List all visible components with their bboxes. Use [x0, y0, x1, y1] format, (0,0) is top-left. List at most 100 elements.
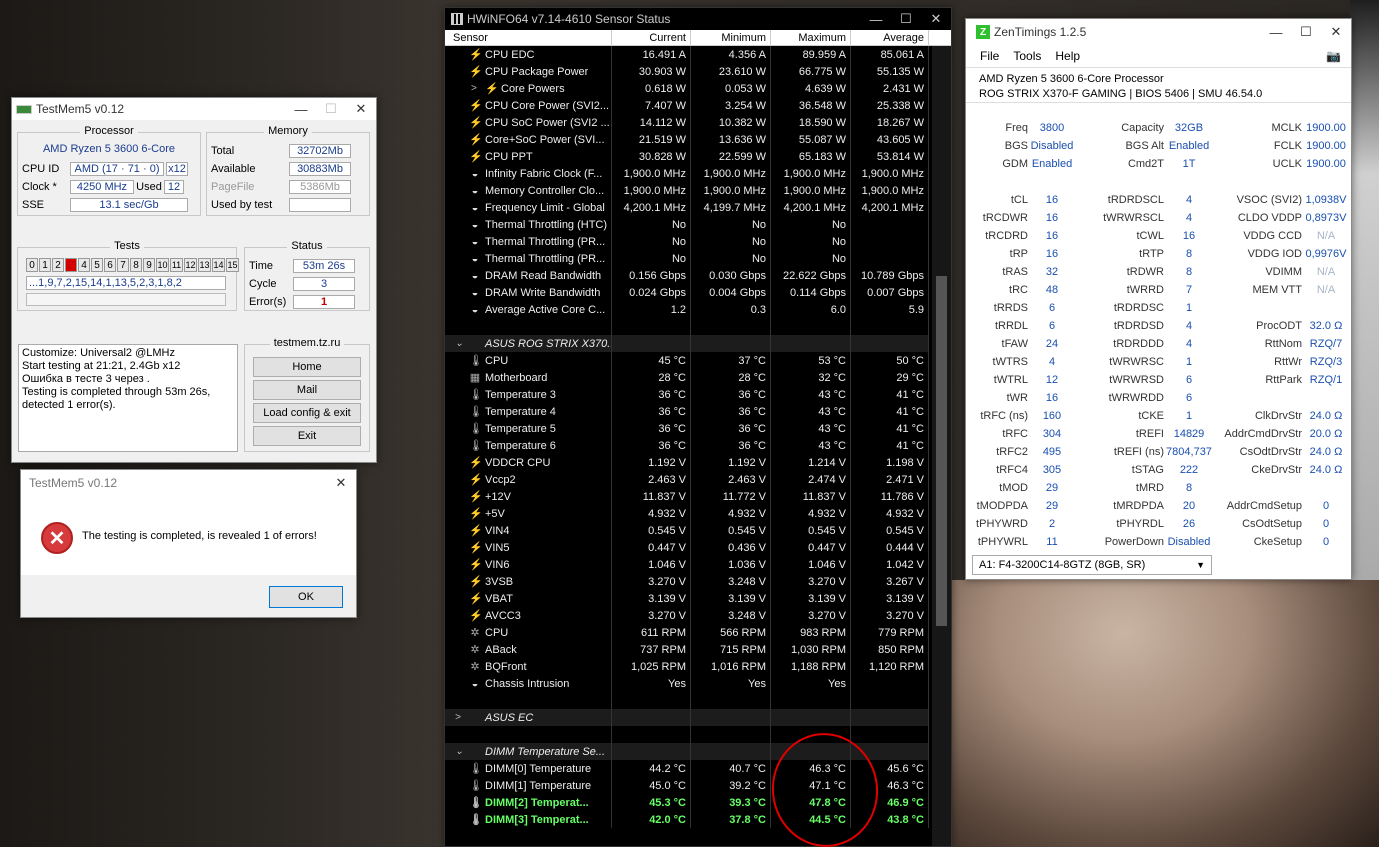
sensor-row[interactable]: ⚡ VIN6 1.046 V 1.036 V 1.046 V 1.042 V	[445, 556, 933, 573]
menu-help[interactable]: Help	[1055, 49, 1080, 63]
sensor-row[interactable]: ◒ Thermal Throttling (PR... No No No	[445, 233, 933, 250]
menu-file[interactable]: File	[980, 49, 999, 63]
sensor-name-cell: 🌡 DIMM[2] Temperat...	[445, 794, 612, 811]
sensor-value-cell	[851, 318, 929, 335]
minimize-icon[interactable]: —	[286, 102, 316, 117]
maximize-icon[interactable]: ☐	[1291, 24, 1321, 40]
bolt-icon: ⚡	[469, 116, 483, 129]
close-icon[interactable]: ✕	[346, 101, 376, 117]
load-config-exit-button[interactable]: Load config & exit	[253, 403, 361, 423]
site-label[interactable]: testmem.tz.ru	[269, 337, 345, 349]
sensor-row[interactable]: ⚡ Vccp2 2.463 V 2.463 V 2.474 V 2.471 V	[445, 471, 933, 488]
sensor-name-cell: ◒ DRAM Read Bandwidth	[445, 267, 612, 284]
sensor-row[interactable]: 🌡 Temperature 3 36 °C 36 °C 43 °C 41 °C	[445, 386, 933, 403]
mail-button[interactable]: Mail	[253, 380, 361, 400]
pagefile-value: 5386Mb	[289, 179, 351, 194]
sensor-row[interactable]: ◒ Average Active Core C... 1.2 0.3 6.0 5.9	[445, 301, 933, 318]
sensor-row[interactable]: ⚡ 3VSB 3.270 V 3.248 V 3.270 V 3.267 V	[445, 573, 933, 590]
screenshot-icon[interactable]: 📷	[1326, 49, 1341, 63]
timing-row: tRCDWR 16 tWRWRSCL 4 CLDO VDDP 0,8973V	[966, 209, 1351, 227]
sensor-row[interactable]: ✲ ABack 737 RPM 715 RPM 1,030 RPM 850 RPM	[445, 641, 933, 658]
dialog-titlebar[interactable]: TestMem5 v0.12 ✕	[21, 470, 356, 496]
sensor-row[interactable]: ◒ Thermal Throttling (HTC) No No No	[445, 216, 933, 233]
expand-icon[interactable]: ⌄	[455, 338, 463, 349]
expand-icon[interactable]: >	[471, 83, 477, 94]
exit-button[interactable]: Exit	[253, 426, 361, 446]
col-minimum[interactable]: Minimum	[691, 30, 771, 45]
sensor-row[interactable]: ▦ Motherboard 28 °C 28 °C 32 °C 29 °C	[445, 369, 933, 386]
fan-icon: ✲	[470, 643, 480, 656]
sensor-row[interactable]: > ⚡ Core Powers 0.618 W 0.053 W 4.639 W 2.431 …	[445, 80, 933, 97]
sensor-group-row[interactable]: > ASUS EC	[445, 709, 933, 726]
timing-value: 16	[1045, 392, 1059, 404]
sensor-row[interactable]: ⚡ Core+SoC Power (SVI... 21.519 W 13.636 W5…	[445, 131, 933, 148]
sensor-row[interactable]: ⚡ CPU Core Power (SVI2... 7.407 W 3.254 W 36…	[445, 97, 933, 114]
timing-value: RZQ/1	[1309, 374, 1343, 386]
sensor-row[interactable]: ⚡ +12V 11.837 V 11.772 V 11.837 V 11.786 V	[445, 488, 933, 505]
col-maximum[interactable]: Maximum	[771, 30, 851, 45]
sensor-name-cell: 🌡 DIMM[3] Temperat...	[445, 811, 612, 828]
sensor-row[interactable]: ⚡ VIN4 0.545 V 0.545 V 0.545 V 0.545 V	[445, 522, 933, 539]
sensor-row[interactable]: ◒ DRAM Read Bandwidth 0.156 Gbps 0.030 Gbps…	[445, 267, 933, 284]
sensor-row[interactable]: ✲ BQFront 1,025 RPM 1,016 RPM 1,188 RPM 1,120…	[445, 658, 933, 675]
sensor-row[interactable]: ⚡ CPU PPT 30.828 W 22.599 W 65.183 W 53.814 W	[445, 148, 933, 165]
sensor-row[interactable]: ⚡ VDDCR CPU 1.192 V 1.192 V 1.214 V 1.198 V	[445, 454, 933, 471]
hwinfo-scrollbar[interactable]	[932, 46, 951, 846]
close-icon[interactable]: ✕	[921, 11, 951, 27]
sensor-row[interactable]: ✲ CPU 611 RPM 566 RPM 983 RPM 779 RPM	[445, 624, 933, 641]
timing-row: tRCDRD 16 tCWL 16 VDDG CCD N/A	[966, 227, 1351, 245]
expand-icon[interactable]: ⌄	[455, 746, 463, 757]
timing-row: tRFC2 495 tREFI (ns) 7804,737 CsOdtDrvStr 24.…	[966, 443, 1351, 461]
col-sensor[interactable]: Sensor	[445, 30, 612, 45]
home-button[interactable]: Home	[253, 357, 361, 377]
result-message-dialog: TestMem5 v0.12 ✕ ✕ The testing is comple…	[20, 469, 357, 618]
maximize-icon[interactable]: ☐	[891, 11, 921, 27]
timing-label: tWRRD	[1126, 284, 1164, 296]
sensor-row[interactable]: 🌡 CPU 45 °C 37 °C 53 °C 50 °C	[445, 352, 933, 369]
zen-titlebar[interactable]: Z ZenTimings 1.2.5 — ☐ ✕	[966, 19, 1351, 45]
sensor-row[interactable]: ⚡ +5V 4.932 V 4.932 V 4.932 V 4.932 V	[445, 505, 933, 522]
col-average[interactable]: Average	[851, 30, 929, 45]
sensor-row[interactable]: ◒ Memory Controller Clo... 1,900.0 MHz 1,90…	[445, 182, 933, 199]
sensor-row[interactable]: ◒ Chassis Intrusion Yes Yes Yes	[445, 675, 933, 692]
test-cell: 10	[156, 258, 169, 272]
minimize-icon[interactable]: —	[861, 12, 891, 27]
sensor-value-cell: 29 °C	[851, 369, 929, 386]
sensor-row[interactable]: ⚡ CPU Package Power 30.903 W 23.610 W 66.775…	[445, 63, 933, 80]
timing-label: RttNom	[1264, 338, 1302, 350]
sensor-row[interactable]: ⚡ CPU SoC Power (SVI2 ... 14.112 W 10.382 W…	[445, 114, 933, 131]
sensor-value-cell: 36.548 W	[771, 97, 851, 114]
dimm-select[interactable]: A1: F4-3200C14-8GTZ (8GB, SR) ▼	[972, 555, 1212, 575]
expand-icon[interactable]: >	[455, 712, 461, 723]
sensor-row[interactable]: ⚡ CPU EDC 16.491 A 4.356 A 89.959 A 85.061 A	[445, 46, 933, 63]
timing-label: tREFI	[1135, 428, 1164, 440]
sensor-row[interactable]: ◒ DRAM Write Bandwidth 0.024 Gbps 0.004 Gbp…	[445, 284, 933, 301]
col-current[interactable]: Current	[612, 30, 691, 45]
bolt-icon: ⚡	[469, 456, 483, 469]
hwinfo-titlebar[interactable]: HWiNFO64 v7.14-4610 Sensor Status — ☐ ✕	[445, 8, 951, 30]
sensor-row[interactable]: ⚡ VBAT 3.139 V 3.139 V 3.139 V 3.139 V	[445, 590, 933, 607]
sensor-group-row[interactable]: ⌄ ASUS ROG STRIX X370...	[445, 335, 933, 352]
sensor-row[interactable]: 🌡 Temperature 6 36 °C 36 °C 43 °C 41 °C	[445, 437, 933, 454]
minimize-icon[interactable]: —	[1261, 25, 1291, 40]
sensor-row[interactable]: ⚡ AVCC3 3.270 V 3.248 V 3.270 V 3.270 V	[445, 607, 933, 624]
close-icon[interactable]: ✕	[1321, 24, 1351, 40]
sensor-row[interactable]: ◒ Infinity Fabric Clock (F... 1,900.0 MHz 1…	[445, 165, 933, 182]
sensor-value-cell: 4,200.1 MHz	[612, 199, 691, 216]
testmem-titlebar[interactable]: TestMem5 v0.12 — ☐ ✕	[12, 98, 376, 120]
timing-label: tRFC	[1002, 428, 1028, 440]
ok-button[interactable]: OK	[269, 586, 343, 608]
sensor-row[interactable]: ◒ Frequency Limit - Global 4,200.1 MHz 4,19…	[445, 199, 933, 216]
sensor-label: DIMM Temperature Se...	[485, 745, 606, 758]
sensor-row[interactable]: ⚡ VIN5 0.447 V 0.436 V 0.447 V 0.444 V	[445, 539, 933, 556]
sensor-name-cell: ◒ Thermal Throttling (PR...	[445, 233, 612, 250]
menu-tools[interactable]: Tools	[1013, 49, 1041, 63]
sensor-row[interactable]: 🌡 Temperature 4 36 °C 36 °C 43 °C 41 °C	[445, 403, 933, 420]
timing-label: BGS	[1004, 140, 1028, 152]
sensor-value-cell: 65.183 W	[771, 148, 851, 165]
maximize-icon[interactable]: ☐	[316, 101, 346, 117]
sensor-row[interactable]: 🌡 Temperature 5 36 °C 36 °C 43 °C 41 °C	[445, 420, 933, 437]
scrollbar-thumb[interactable]	[936, 276, 947, 626]
sensor-row[interactable]: ◒ Thermal Throttling (PR... No No No	[445, 250, 933, 267]
close-icon[interactable]: ✕	[326, 475, 356, 491]
